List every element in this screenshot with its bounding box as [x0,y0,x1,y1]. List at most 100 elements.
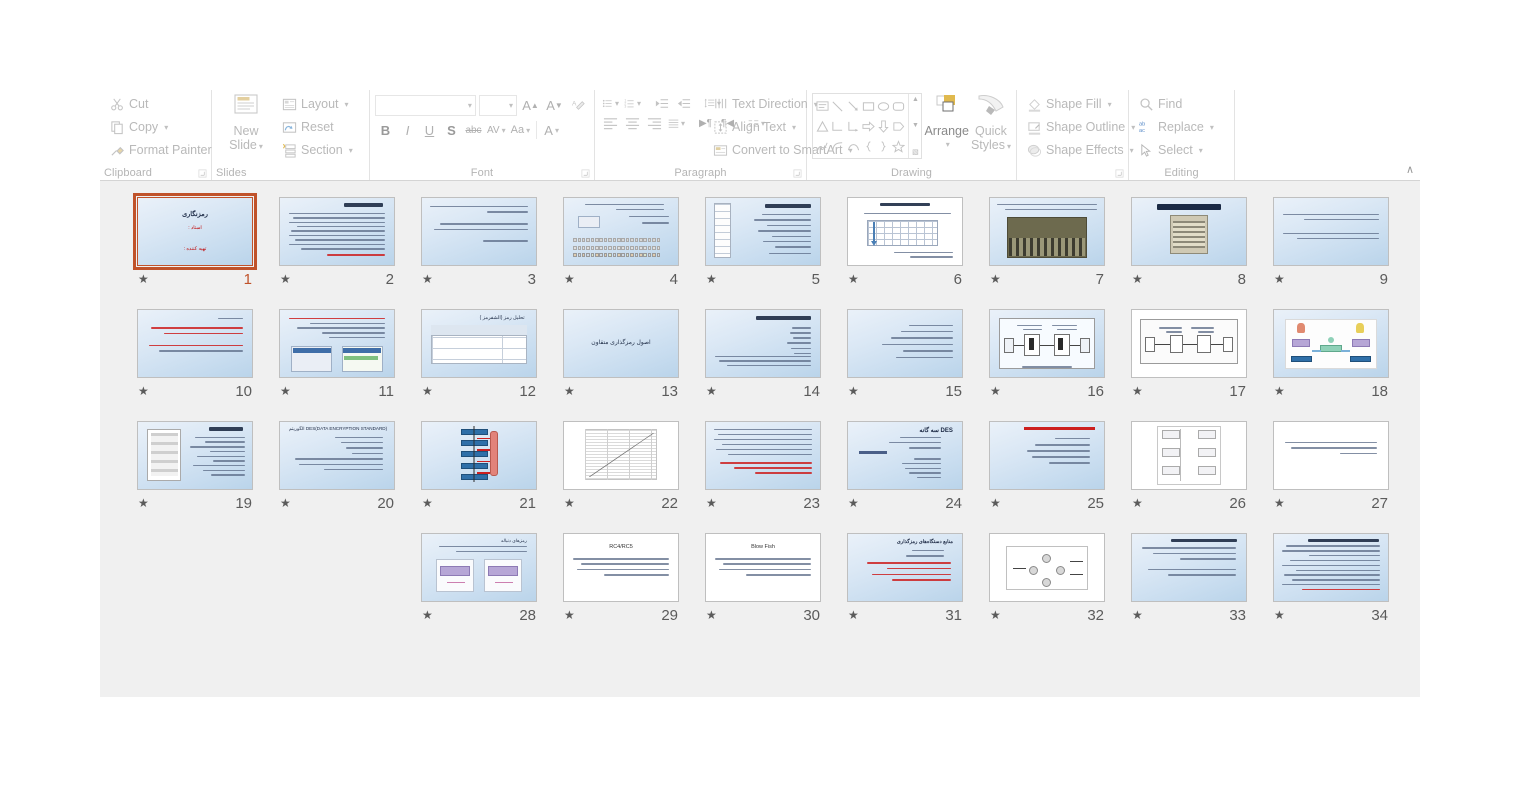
slide-preview[interactable] [1273,533,1389,602]
slide-thumbnail-5[interactable]: ★ 5 [692,195,834,307]
slide-thumbnail-7[interactable]: ★ 7 [976,195,1118,307]
slide-thumbnail-frame[interactable] [703,307,823,380]
animation-star-icon[interactable]: ★ [564,385,575,397]
shapes-scroll-down-icon[interactable]: ▼ [912,122,919,129]
slide-thumbnail-29[interactable]: RC4/RC5 ★ 29 [550,531,692,643]
slide-preview[interactable] [1131,309,1247,378]
increase-indent-button[interactable] [673,92,694,114]
align-center-button[interactable] [622,113,643,135]
slide-preview[interactable] [705,421,821,490]
slide-preview[interactable]: DES سه گانه [847,421,963,490]
slide-thumbnail-frame[interactable] [419,419,539,492]
slide-preview[interactable]: رمزنگاری استاد : تهیه کننده : [133,193,257,270]
animation-star-icon[interactable]: ★ [280,385,291,397]
layout-button[interactable]: Layout ▾ [277,93,364,115]
slide-preview[interactable] [989,197,1105,266]
decrease-indent-button[interactable] [651,92,672,114]
slide-preview[interactable] [563,421,679,490]
slide-thumbnail-11[interactable]: ★ 11 [266,307,408,419]
arrange-caret-icon[interactable]: ▾ [946,138,950,152]
slide-thumbnail-4[interactable]: ★ 4 [550,195,692,307]
numbering-button[interactable]: 1 2 3 ▾ [622,92,643,114]
animation-star-icon[interactable]: ★ [990,497,1001,509]
animation-star-icon[interactable]: ★ [422,609,433,621]
animation-star-icon[interactable]: ★ [848,385,859,397]
shape-line-icon[interactable] [830,96,845,116]
slide-thumbnail-frame[interactable] [135,307,255,380]
slide-thumbnail-31[interactable]: منابع دستگاه‌های رمزگذاری ★ 31 [834,531,976,643]
shape-elbow-connector-icon[interactable] [830,116,845,136]
shape-effects-button[interactable]: Shape Effects ▾ [1022,139,1134,161]
slide-preview[interactable]: اصول رمزگذاری متقاون [563,309,679,378]
slide-thumbnail-frame[interactable]: Blow Fish [703,531,823,604]
slide-thumbnail-27[interactable]: ★ 27 [1260,419,1402,531]
slide-preview[interactable] [989,533,1105,602]
slide-thumbnail-frame[interactable]: RC4/RC5 [561,531,681,604]
slide-preview[interactable]: Blow Fish [705,533,821,602]
slide-thumbnail-17[interactable]: ★ 17 [1118,307,1260,419]
font-size-input[interactable]: ▾ [478,94,517,116]
animation-star-icon[interactable]: ★ [1274,497,1285,509]
animation-star-icon[interactable]: ★ [848,273,859,285]
shape-pentagon-icon[interactable] [891,116,906,136]
slide-preview[interactable] [137,421,253,490]
shape-elbow-arrow-icon[interactable] [845,116,860,136]
strikethrough-button[interactable]: abc [463,119,484,141]
font-name-caret-icon[interactable]: ▾ [468,101,472,110]
shape-oval-icon[interactable] [876,96,891,116]
clear-formatting-icon[interactable]: A [568,94,589,116]
slide-thumbnail-23[interactable]: ★ 23 [692,419,834,531]
bold-button[interactable]: B [375,119,396,141]
shapes-scroll-up-icon[interactable]: ▲ [912,96,919,103]
align-right-button[interactable] [644,113,665,135]
animation-star-icon[interactable]: ★ [706,497,717,509]
copy-caret-icon[interactable]: ▾ [164,123,168,132]
new-slide-caret-icon[interactable]: ▾ [259,142,263,151]
slide-thumbnail-18[interactable]: ★ 18 [1260,307,1402,419]
animation-star-icon[interactable]: ★ [138,497,149,509]
animation-star-icon[interactable]: ★ [990,609,1001,621]
justify-button[interactable]: ▾ [666,113,687,135]
slide-thumbnail-frame[interactable] [845,195,965,268]
align-text-caret-icon[interactable]: ▾ [792,123,796,132]
shape-left-brace-icon[interactable] [861,136,876,156]
slide-preview[interactable]: (DATA ENCRYPTION STANDARD)DES الگوریتم [279,421,395,490]
slide-preview[interactable] [421,197,537,266]
shape-curve-icon[interactable] [830,136,845,156]
shape-right-arrow-icon[interactable] [861,116,876,136]
font-size-caret-icon[interactable]: ▾ [509,101,513,110]
slide-thumbnail-1[interactable]: رمزنگاری استاد : تهیه کننده : ★ 1 [124,193,266,307]
shapes-scrollbar[interactable]: ▲ ▼ ▧ [908,94,921,158]
select-button[interactable]: Select ▾ [1134,139,1229,161]
shape-star-icon[interactable] [891,136,906,156]
font-dialog-launcher[interactable] [581,169,590,178]
slide-thumbnail-14[interactable]: ★ 14 [692,307,834,419]
animation-star-icon[interactable]: ★ [990,385,1001,397]
slide-preview[interactable] [1131,533,1247,602]
slide-thumbnail-9[interactable]: ★ 9 [1260,195,1402,307]
slide-thumbnail-21[interactable]: ★ 21 [408,419,550,531]
shape-triangle-icon[interactable] [815,116,830,136]
slide-preview[interactable] [1273,309,1389,378]
slide-thumbnail-frame[interactable] [845,307,965,380]
drawing-dialog-launcher[interactable] [1115,169,1124,178]
shape-fill-caret-icon[interactable]: ▾ [1108,100,1112,109]
slide-thumbnail-3[interactable]: ★ 3 [408,195,550,307]
reset-button[interactable]: Reset [277,116,364,138]
slide-preview[interactable] [847,309,963,378]
slide-preview[interactable] [137,309,253,378]
slide-thumbnail-12[interactable]: تحلیل رمز (الشفرمز ) ★ 12 [408,307,550,419]
shape-right-brace-icon[interactable] [876,136,891,156]
slide-thumbnail-22[interactable]: ★ 22 [550,419,692,531]
slide-preview[interactable] [705,309,821,378]
slide-preview[interactable] [1273,197,1389,266]
animation-star-icon[interactable]: ★ [564,497,575,509]
slide-preview[interactable]: RC4/RC5 [563,533,679,602]
slide-preview[interactable] [847,197,963,266]
copy-button[interactable]: Copy ▾ [105,116,206,138]
change-case-button[interactable]: Aa ▾ [509,119,532,141]
slide-thumbnail-6[interactable]: ★ 6 [834,195,976,307]
animation-star-icon[interactable]: ★ [706,385,717,397]
slide-thumbnail-33[interactable]: ★ 33 [1118,531,1260,643]
underline-button[interactable]: U [419,119,440,141]
